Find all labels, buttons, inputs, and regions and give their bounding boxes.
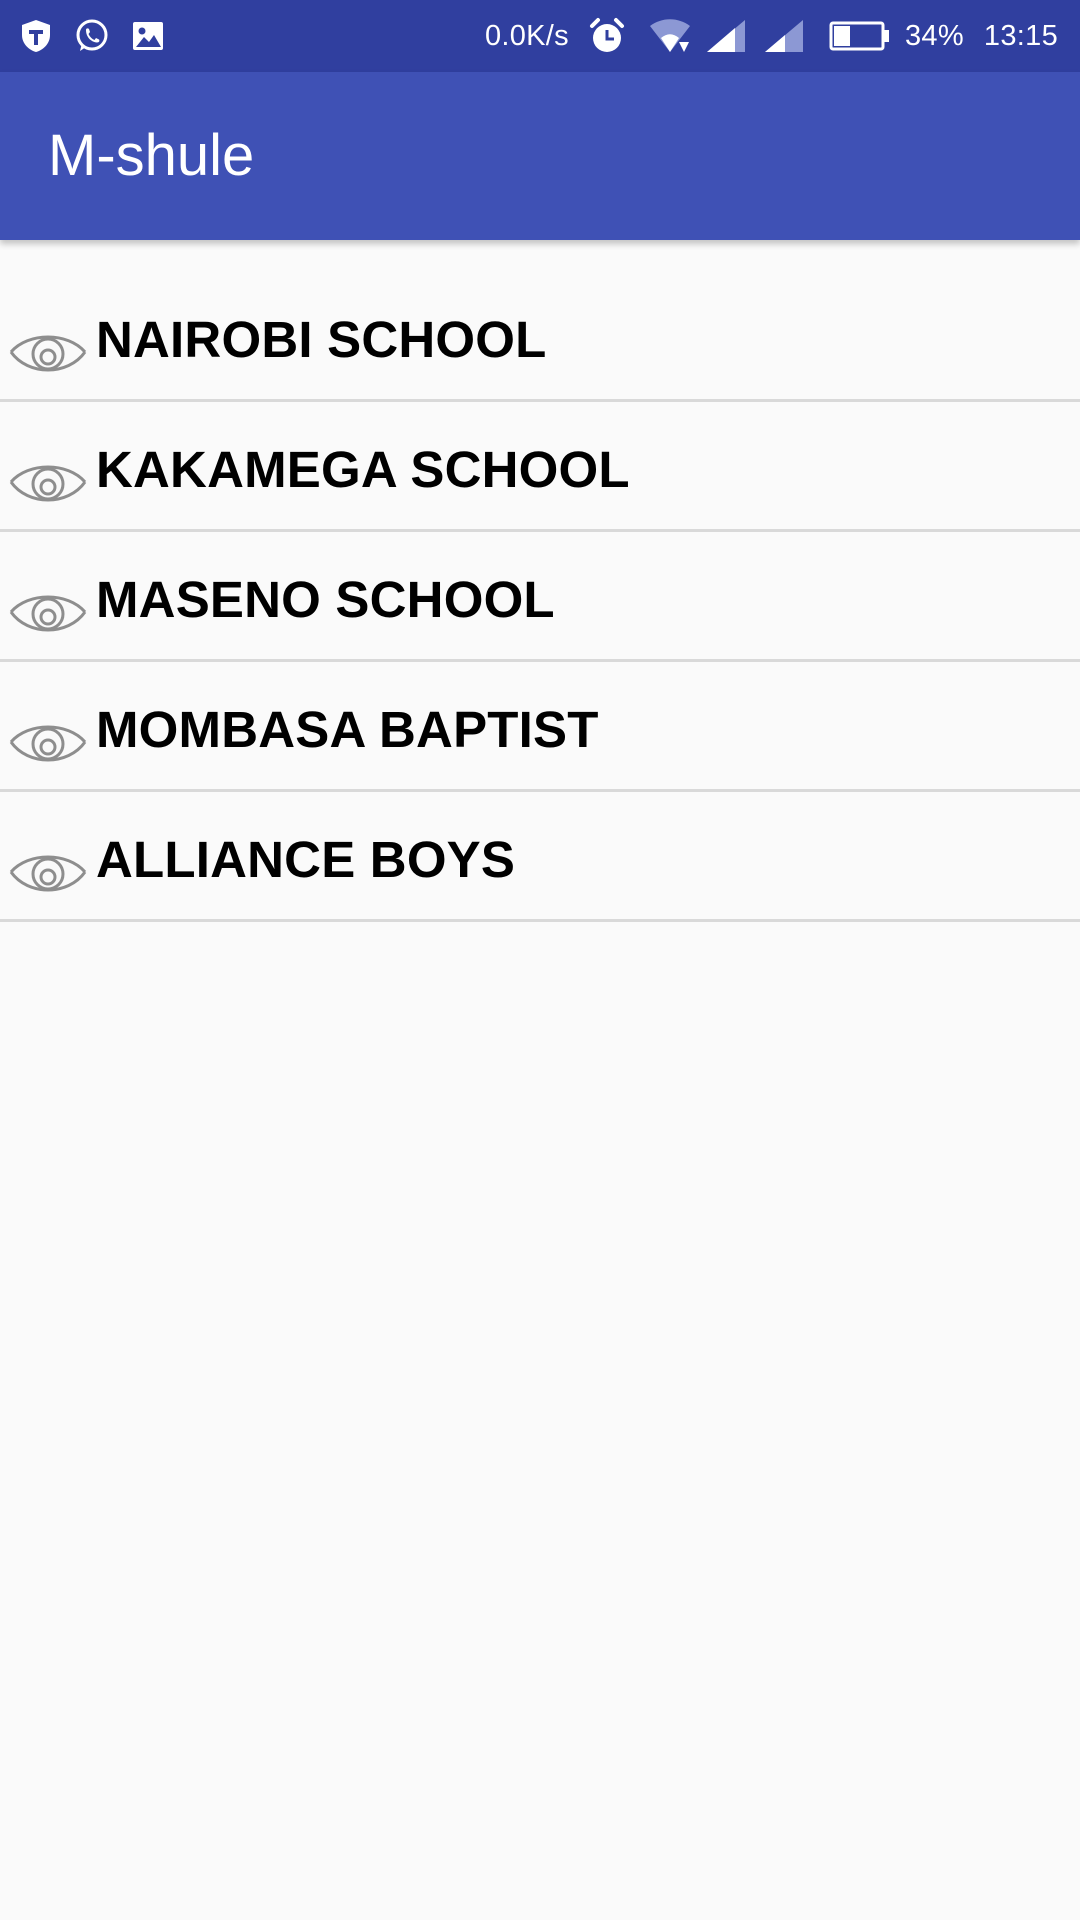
school-name: KAKAMEGA SCHOOL (96, 441, 630, 498)
eye-icon (9, 595, 87, 632)
battery-icon (829, 21, 889, 51)
status-right-indicators: 0.0K/s 34% 13:15 (485, 14, 1058, 58)
school-list-item[interactable]: KAKAMEGA SCHOOL (0, 402, 1080, 532)
school-name: NAIROBI SCHOOL (96, 311, 547, 368)
eye-icon (9, 855, 87, 892)
battery-percent: 34% (904, 19, 964, 52)
eye-icon (9, 725, 87, 762)
school-name: MASENO SCHOOL (96, 571, 555, 628)
app-bar: M-shule (0, 72, 1080, 240)
status-left-icons (18, 16, 166, 56)
school-list-item[interactable]: MOMBASA BAPTIST (0, 662, 1080, 792)
school-list: NAIROBI SCHOOL KAKAMEGA SCHOOL MASENO SC… (0, 272, 1080, 922)
school-name: ALLIANCE BOYS (96, 831, 516, 888)
school-list-item[interactable]: NAIROBI SCHOOL (0, 272, 1080, 402)
eye-icon (9, 465, 87, 502)
wifi-icon (649, 19, 690, 52)
school-name: MOMBASA BAPTIST (96, 701, 599, 758)
clock: 13:15 (983, 19, 1058, 52)
status-bar: 0.0K/s 34% 13:15 (0, 0, 1080, 72)
alarm-icon (589, 18, 624, 52)
signal-sim2-icon (764, 20, 803, 52)
whatsapp-icon (76, 19, 108, 51)
eye-icon (9, 335, 87, 372)
net-speed: 0.0K/s (484, 19, 569, 52)
signal-sim1-icon (706, 20, 745, 52)
school-list-item[interactable]: MASENO SCHOOL (0, 532, 1080, 662)
shield-icon (22, 20, 50, 52)
school-list-item[interactable]: ALLIANCE BOYS (0, 792, 1080, 922)
gallery-icon (133, 22, 163, 50)
app-title: M-shule (48, 123, 255, 188)
